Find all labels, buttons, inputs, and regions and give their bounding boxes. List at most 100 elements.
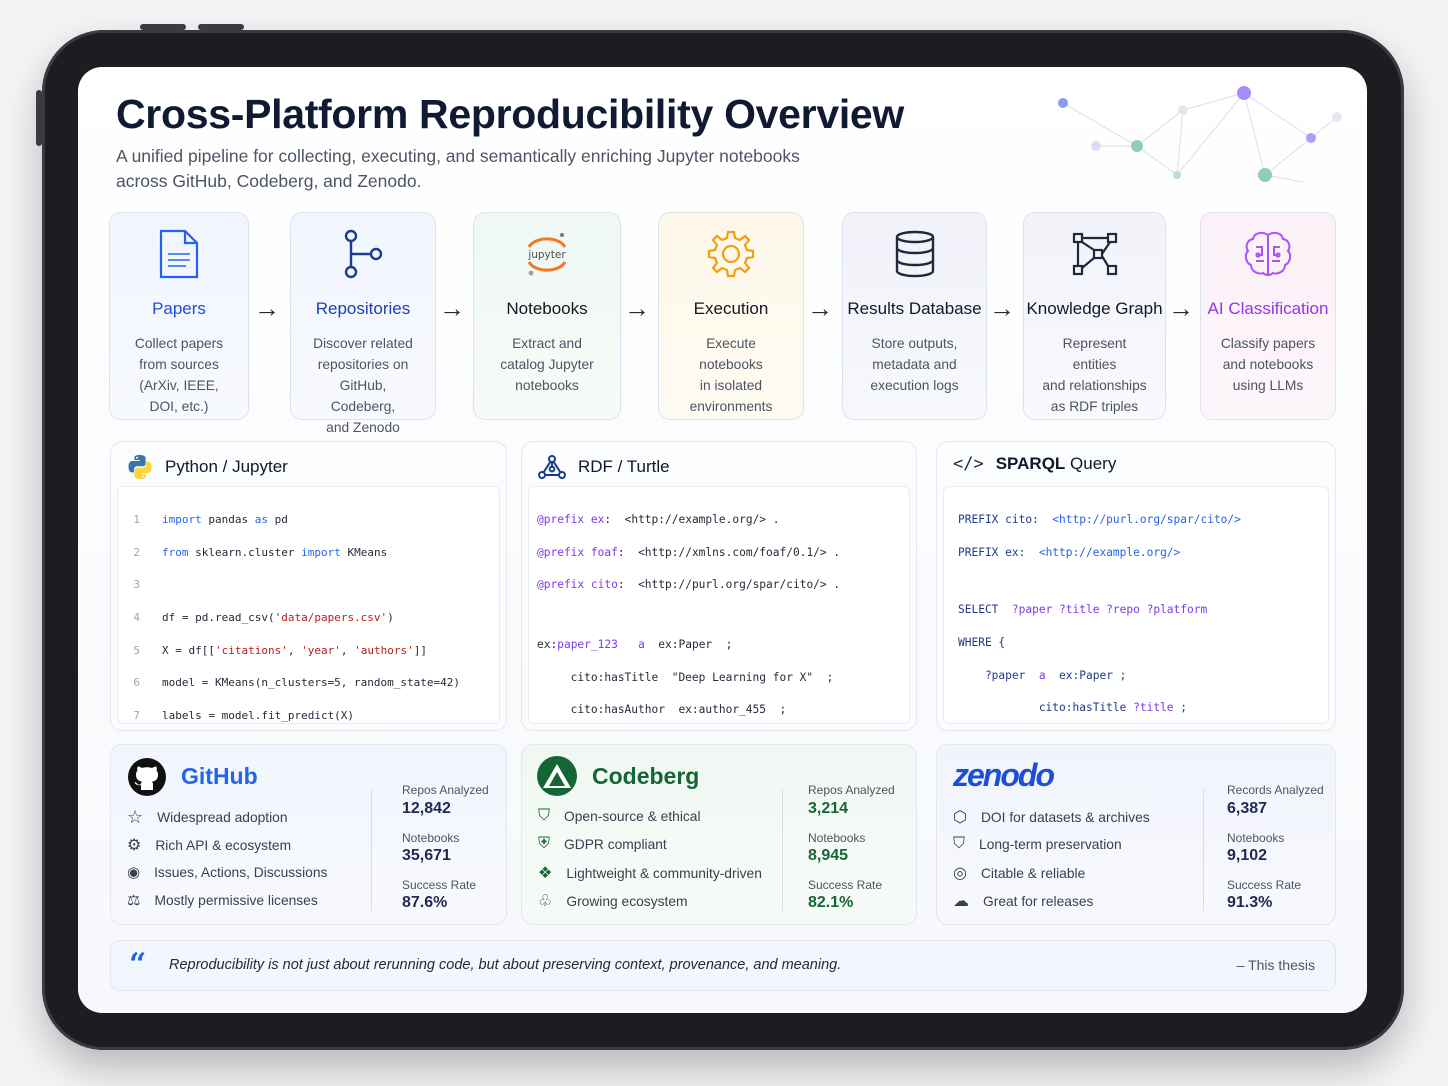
panel-title: RDF / Turtle [578, 457, 670, 476]
pipeline-step-notebooks[interactable]: jupyter Notebooks Extract and catalog Jup… [473, 212, 621, 420]
feature-item: ⛉ Open-source & ethical [538, 807, 701, 824]
stat-label: Repos Analyzed [808, 783, 895, 797]
stat-label: Notebooks [402, 831, 460, 845]
feature-item: ☁ Great for releases [953, 893, 1094, 910]
pipeline-step-results-database[interactable]: Results Database Store outputs, metadata … [842, 212, 987, 420]
rdf-turtle-panel: RDF / Turtle @prefix ex: <http://example… [521, 441, 917, 731]
pipeline-step-knowledge-graph[interactable]: Knowledge Graph Represent entities and re… [1023, 212, 1166, 420]
pipeline-step-repositories[interactable]: Repositories Discover related repositorie… [290, 212, 436, 435]
arrow-right-icon: → [254, 293, 280, 323]
svg-text:jupyter: jupyter [527, 249, 566, 261]
sprout-icon: ♧ [538, 893, 553, 910]
badge-icon: ⬡ [953, 809, 967, 826]
stat-value: 9,102 [1227, 847, 1268, 864]
jupyter-icon: jupyter [474, 227, 620, 281]
feature-item: ♧ Growing ecosystem [538, 893, 688, 910]
shield-icon: ⛉ [538, 807, 551, 824]
step-title: AI Classification [1207, 299, 1329, 318]
code-brackets-icon: </> [953, 454, 984, 474]
arrow-right-icon: → [807, 293, 833, 323]
stat-value: 6,387 [1227, 800, 1268, 817]
step-description: Collect papers from sources (ArXiv, IEEE, D… [134, 336, 224, 414]
arrow-right-icon: → [1168, 293, 1194, 323]
platform-name: Codeberg [592, 763, 700, 789]
cloud-upload-icon: ☁ [953, 893, 969, 910]
divider [1203, 789, 1204, 911]
step-description: Execute notebooks in isolated environments [689, 336, 773, 414]
rdf-code-block: @prefix ex: <http://example.org/> . @pre… [528, 486, 910, 724]
database-icon [843, 227, 986, 281]
github-logo-icon [128, 758, 166, 796]
stat-label: Success Rate [1227, 878, 1302, 892]
gear-icon [659, 227, 803, 281]
step-description: Represent entities and relationships as RD… [1042, 336, 1147, 414]
panel-title: Python / Jupyter [165, 457, 288, 476]
stat-value: 35,671 [402, 847, 451, 864]
stat-value: 91.3% [1227, 894, 1273, 911]
award-icon: ◎ [953, 865, 967, 882]
pipeline-step-ai-classification[interactable]: AI Classification Classify papers and not… [1200, 212, 1336, 420]
github-card[interactable]: GitHub ☆ Widespread adoption ⚙ Rich API & … [110, 744, 507, 925]
volume-button [140, 24, 186, 30]
api-icon: ⚙ [127, 837, 142, 854]
quote-text: Reproducibility is not just about rerunn… [169, 957, 842, 973]
step-title: Papers [152, 299, 206, 318]
pipeline-step-papers[interactable]: Papers Collect papers from sources (ArXiv,… [109, 212, 249, 420]
document-icon [110, 227, 248, 281]
quote-banner: “ Reproducibility is not just about reru… [110, 940, 1336, 991]
sparql-code-block: PREFIX cito: <http://purl.org/spar/cito/… [943, 486, 1329, 724]
step-description: Discover related repositories on GitHub, C… [313, 336, 413, 435]
python-code-block: 1 import pandas as pd 2 from sklearn.clust… [117, 486, 500, 724]
feature-item: ⚙ Rich API & ecosystem [127, 837, 292, 854]
arrow-right-icon: → [624, 293, 650, 323]
chat-icon: ◉ [127, 864, 141, 881]
stat-label: Notebooks [808, 831, 866, 845]
feature-item: ☆ Widespread adoption [127, 807, 288, 827]
brain-icon [1201, 227, 1335, 281]
star-icon: ☆ [127, 807, 144, 827]
stat-value: 3,214 [808, 800, 849, 817]
stat-label: Success Rate [402, 878, 477, 892]
step-title: Results Database [847, 299, 982, 318]
stat-value: 87.6% [402, 894, 448, 911]
feature-item: ❖ Lightweight & community-driven [538, 865, 762, 882]
feature-item: ⬡ DOI for datasets & archives [953, 809, 1150, 826]
python-jupyter-panel: Python / Jupyter 1 import pandas as pd 2f… [110, 441, 507, 731]
sparql-query-panel: </> SPARQL Query PREFIX cito: <http://pu… [936, 441, 1336, 731]
platform-name: GitHub [181, 763, 258, 789]
screen: Cross-Platform Reproducibility Overview … [78, 67, 1367, 1013]
step-title: Execution [693, 299, 769, 318]
pipeline-step-execution[interactable]: Execution Execute notebooks in isolated en… [658, 212, 804, 420]
step-description: Store outputs, metadata and execution logs [870, 336, 959, 393]
feature-item: ⛨ GDPR compliant [538, 835, 667, 852]
feature-item: ◉ Issues, Actions, Discussions [127, 864, 328, 881]
git-branch-icon [291, 227, 435, 281]
graph-icon [1024, 227, 1165, 281]
step-description: Classify papers and notebooks using LLMs [1220, 336, 1316, 393]
stat-label: Repos Analyzed [402, 783, 489, 797]
stat-value: 82.1% [808, 894, 854, 911]
zenodo-card[interactable]: zenodo ⬡ DOI for datasets & archives ⛉ Lon… [936, 744, 1336, 925]
power-button [36, 90, 42, 146]
codeberg-card[interactable]: Codeberg ⛉ Open-source & ethical ⛨ GDPR co… [521, 744, 917, 925]
arrow-right-icon: → [989, 293, 1015, 323]
page-title: Cross-Platform Reproducibility Overview [116, 91, 905, 137]
shield-icon: ⛉ [953, 835, 966, 852]
stat-value: 8,945 [808, 847, 849, 864]
page-subtitle: A unified pipeline for collecting, execu… [116, 146, 800, 191]
network-decoration-icon [1058, 86, 1342, 183]
stat-label: Records Analyzed [1227, 783, 1324, 797]
quote-attribution: – This thesis [1236, 957, 1315, 973]
step-description: Extract and catalog Jupyter notebooks [500, 336, 594, 393]
arrow-right-icon: → [439, 293, 465, 323]
stat-label: Notebooks [1227, 831, 1285, 845]
stat-label: Success Rate [808, 878, 883, 892]
license-icon: ⚖ [127, 892, 141, 909]
rdf-graph-icon [538, 455, 566, 479]
divider [371, 789, 372, 911]
stat-value: 12,842 [402, 800, 451, 817]
lock-icon: ⛨ [538, 835, 551, 852]
python-icon [128, 455, 152, 479]
step-title: Repositories [315, 299, 411, 318]
step-title: Knowledge Graph [1026, 299, 1163, 318]
